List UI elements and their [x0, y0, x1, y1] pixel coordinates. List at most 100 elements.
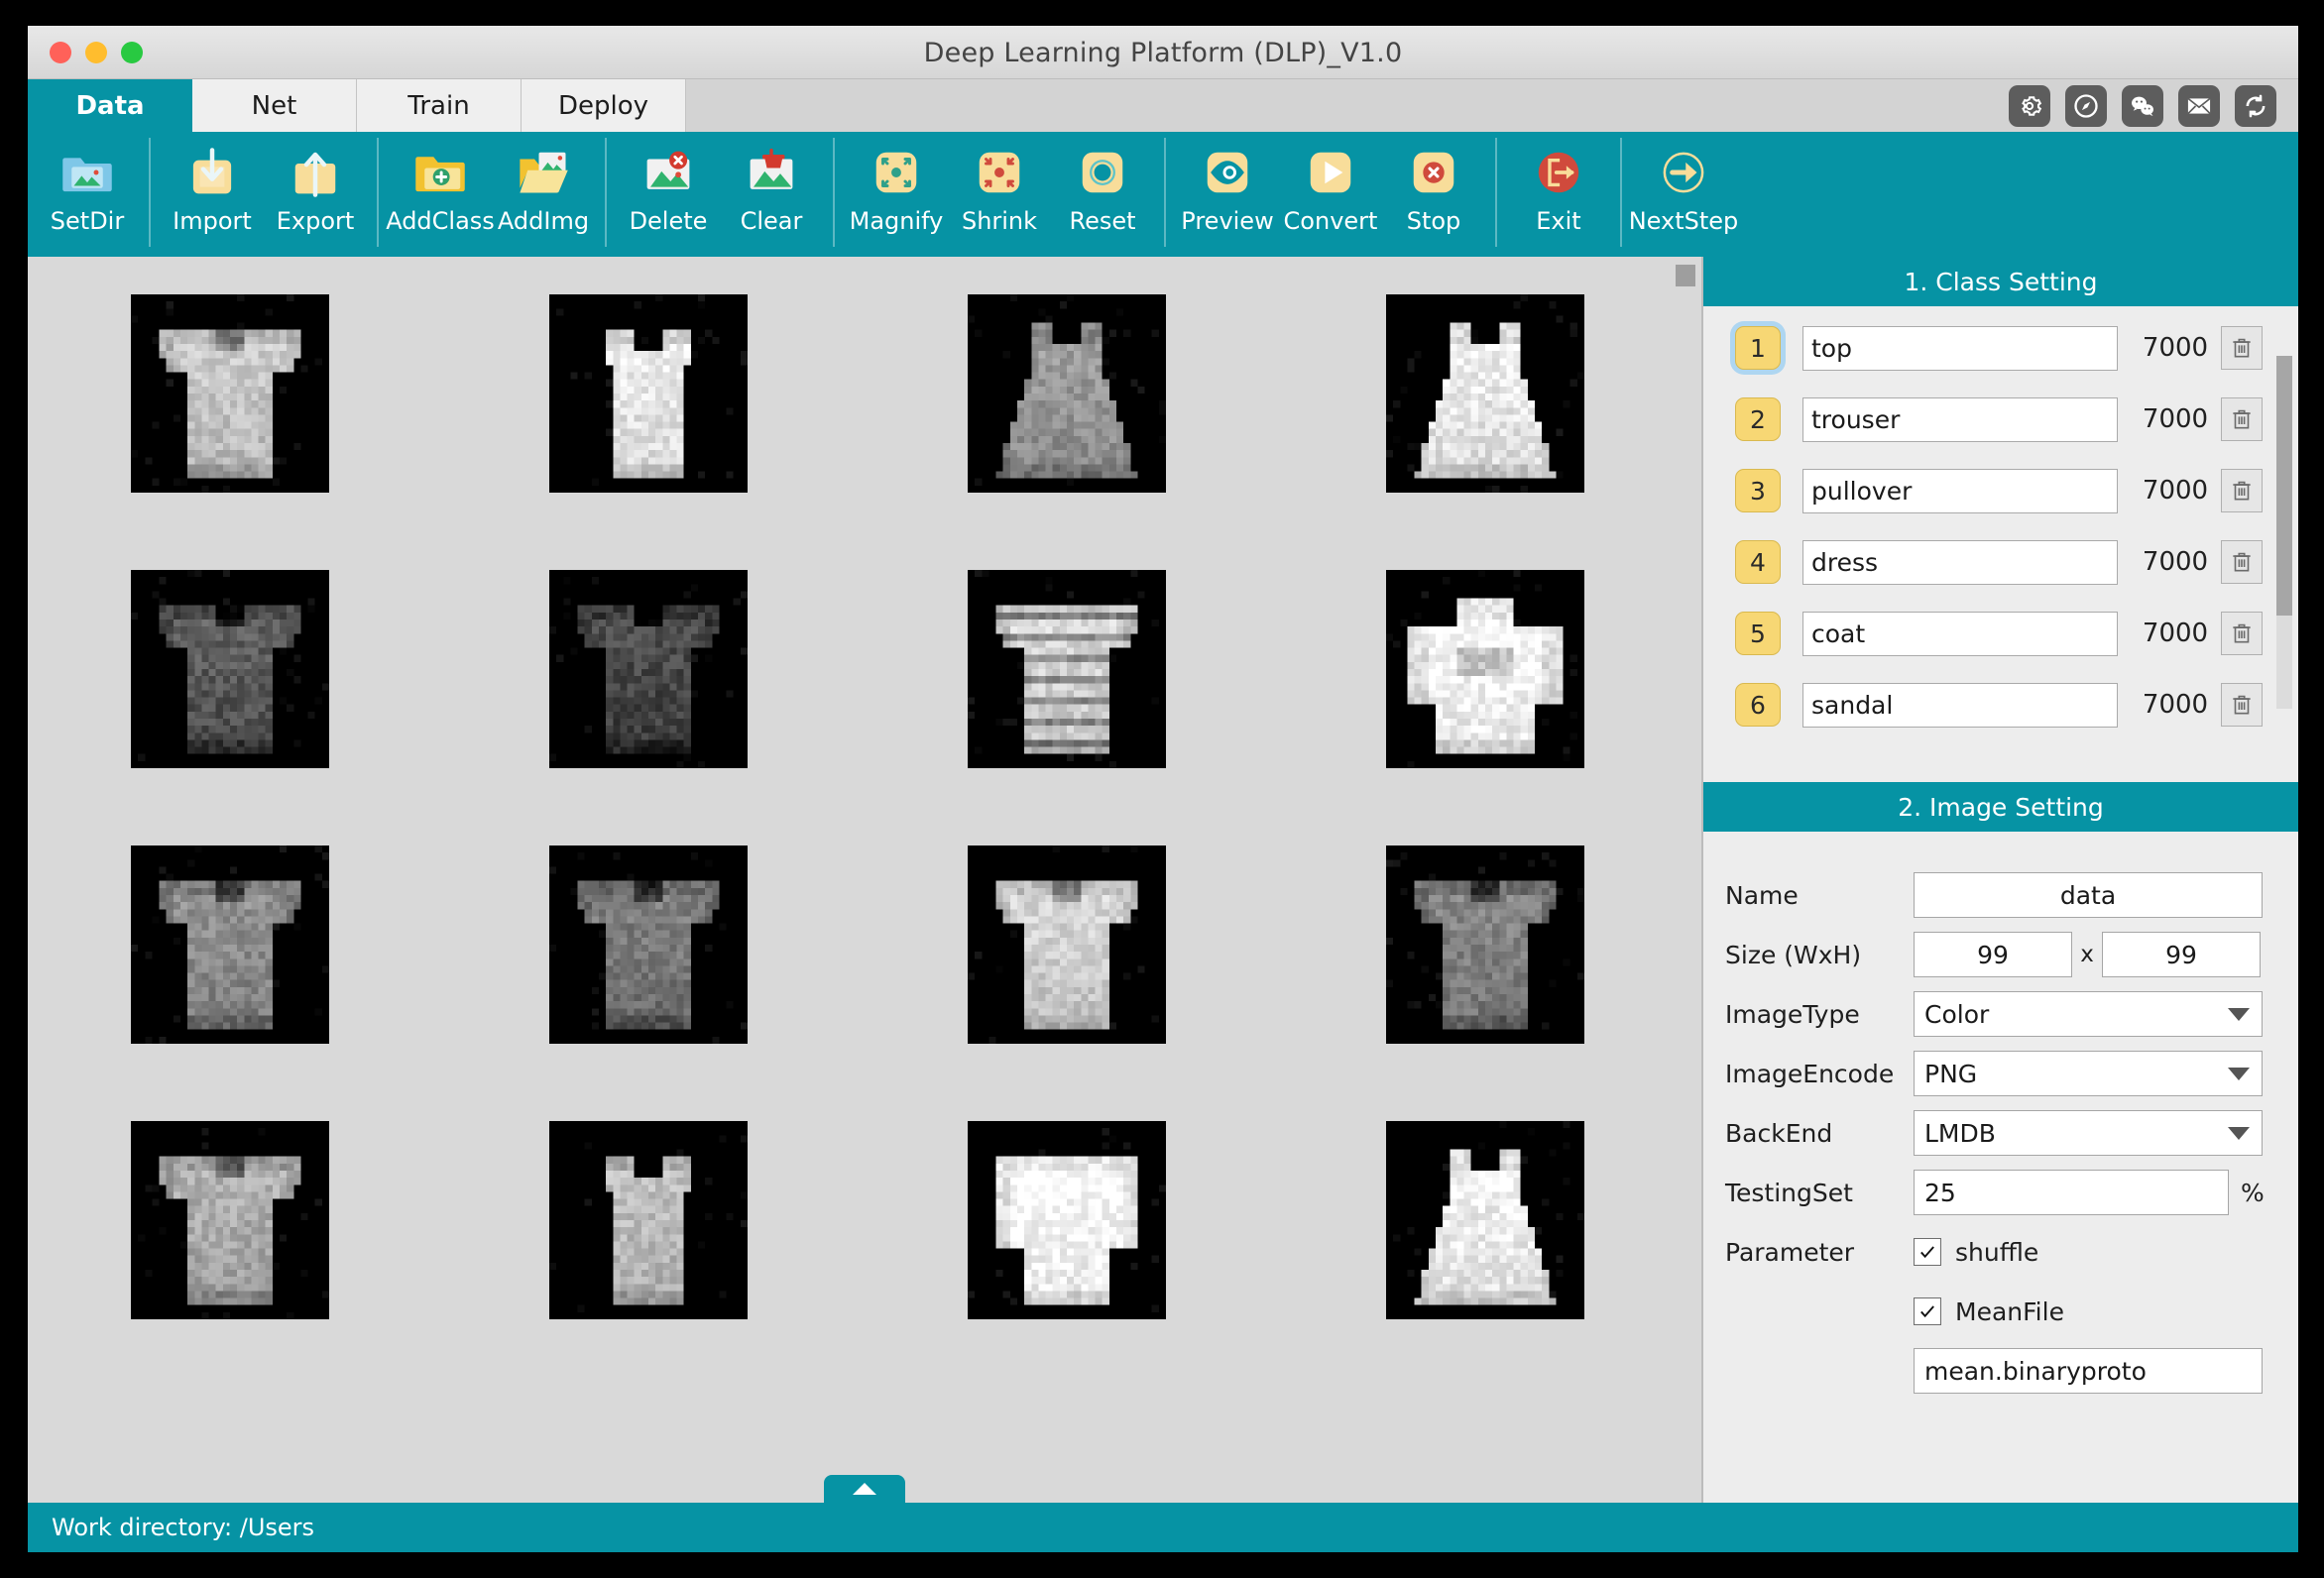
class-list-scrollbar[interactable] [2276, 356, 2292, 709]
stop-button[interactable]: Stop [1382, 132, 1485, 251]
meanfile-checkbox[interactable] [1914, 1297, 1941, 1325]
tab-net-label: Net [251, 90, 297, 121]
class-index-badge[interactable]: 6 [1735, 683, 1781, 727]
compass-icon[interactable] [2065, 84, 2107, 127]
class-index-badge[interactable]: 4 [1735, 540, 1781, 584]
setdir-button[interactable]: SetDir [36, 132, 139, 251]
thumbnail-item[interactable] [1386, 570, 1584, 768]
class-name-field[interactable]: dress [1802, 539, 2118, 585]
trash-icon[interactable] [2221, 540, 2263, 584]
toolbar-group-dir: SetDir [36, 132, 139, 251]
name-field[interactable]: data [1914, 872, 2263, 918]
exit-button[interactable]: Exit [1507, 132, 1610, 251]
testingset-field[interactable]: 25 [1914, 1170, 2229, 1215]
size-height-field[interactable]: 99 [2102, 932, 2261, 977]
delete-button[interactable]: Delete [617, 132, 720, 251]
toolbar-group-io: Import Export [161, 132, 367, 251]
class-index-badge[interactable]: 1 [1735, 326, 1781, 370]
tab-train[interactable]: Train [357, 79, 522, 132]
title-bar: Deep Learning Platform (DLP)_V1.0 [28, 26, 2298, 79]
imagetype-select[interactable]: Color [1914, 991, 2263, 1037]
trash-icon[interactable] [2221, 612, 2263, 655]
nextstep-button[interactable]: NextStep [1629, 132, 1738, 251]
imagetype-row: ImageType Color [1703, 984, 2298, 1044]
thumbnail-item[interactable] [131, 294, 329, 493]
class-index-badge[interactable]: 5 [1735, 612, 1781, 655]
exit-label: Exit [1536, 207, 1581, 235]
magnify-label: Magnify [849, 207, 944, 235]
chevron-down-icon [2228, 1007, 2250, 1021]
wechat-icon[interactable] [2122, 84, 2163, 127]
collapse-panel-toggle[interactable] [824, 1475, 905, 1503]
nextstep-label: NextStep [1628, 207, 1739, 235]
imageencode-select[interactable]: PNG [1914, 1051, 2263, 1096]
addclass-button[interactable]: AddClass [386, 132, 495, 251]
imageencode-value: PNG [1924, 1059, 1978, 1088]
settings-panel: 1. Class Setting 1 top 7000 2 trouser 7000 3 pu… [1701, 257, 2298, 1503]
toolbar-group-run: Preview Convert Stop [1176, 132, 1485, 251]
class-count-label: 7000 [2142, 404, 2209, 434]
class-name-field[interactable]: pullover [1802, 468, 2118, 513]
header-icon-bar [2009, 79, 2276, 132]
class-name-field[interactable]: coat [1802, 611, 2118, 656]
trash-icon[interactable] [2221, 469, 2263, 512]
clear-button[interactable]: Clear [720, 132, 823, 251]
imageencode-label: ImageEncode [1725, 1059, 1895, 1088]
gear-icon[interactable] [2009, 84, 2050, 127]
thumbnail-item[interactable] [1386, 294, 1584, 493]
preview-button[interactable]: Preview [1176, 132, 1279, 251]
import-button[interactable]: Import [161, 132, 264, 251]
size-label: Size (WxH) [1725, 940, 1862, 969]
shuffle-checkbox[interactable] [1914, 1238, 1941, 1266]
class-count-label: 7000 [2142, 690, 2209, 720]
class-list: 1 top 7000 2 trouser 7000 3 pullover 7000 4 dress 7… [1703, 306, 2298, 782]
import-label: Import [173, 207, 252, 235]
export-button[interactable]: Export [264, 132, 367, 251]
delete-label: Delete [629, 207, 708, 235]
toolbar-separator [1164, 138, 1166, 247]
image-grid-scrollbar[interactable] [1678, 259, 1697, 1488]
thumbnail-item[interactable] [968, 1121, 1166, 1319]
class-name-field[interactable]: trouser [1802, 396, 2118, 442]
class-name-field[interactable]: top [1802, 325, 2118, 371]
class-list-scroll-thumb[interactable] [2276, 356, 2292, 616]
backend-label: BackEnd [1725, 1118, 1833, 1148]
thumbnail-item[interactable] [131, 1121, 329, 1319]
thumbnail-item[interactable] [549, 294, 748, 493]
thumbnail-item[interactable] [549, 570, 748, 768]
magnify-button[interactable]: Magnify [845, 132, 948, 251]
thumbnail-item[interactable] [549, 1121, 748, 1319]
trash-icon[interactable] [2221, 326, 2263, 370]
image-grid-scroll-thumb[interactable] [1676, 265, 1695, 286]
thumbnail-item[interactable] [1386, 845, 1584, 1044]
shrink-button[interactable]: Shrink [948, 132, 1051, 251]
reset-button[interactable]: Reset [1051, 132, 1154, 251]
play-icon [1304, 146, 1357, 199]
thumbnail-item[interactable] [968, 570, 1166, 768]
thumbnail-item[interactable] [131, 570, 329, 768]
class-name-field[interactable]: sandal [1802, 682, 2118, 728]
size-width-field[interactable]: 99 [1914, 932, 2072, 977]
class-index-badge[interactable]: 2 [1735, 397, 1781, 441]
toolbar-separator [1495, 138, 1497, 247]
trash-icon[interactable] [2221, 683, 2263, 727]
thumbnail-item[interactable] [549, 845, 748, 1044]
thumbnail-item[interactable] [1386, 1121, 1584, 1319]
trash-icon[interactable] [2221, 397, 2263, 441]
backend-select[interactable]: LMDB [1914, 1110, 2263, 1156]
setdir-label: SetDir [50, 207, 125, 235]
tab-data[interactable]: Data [28, 79, 192, 132]
convert-button[interactable]: Convert [1279, 132, 1382, 251]
class-index-badge[interactable]: 3 [1735, 469, 1781, 512]
tab-net[interactable]: Net [192, 79, 357, 132]
thumbnail-item[interactable] [131, 845, 329, 1044]
meanfile-field[interactable]: mean.binaryproto [1914, 1348, 2263, 1394]
app-window: Deep Learning Platform (DLP)_V1.0 Data N… [28, 26, 2298, 1552]
toolbar-separator [377, 138, 379, 247]
thumbnail-item[interactable] [968, 294, 1166, 493]
addimg-button[interactable]: AddImg [492, 132, 595, 251]
thumbnail-item[interactable] [968, 845, 1166, 1044]
tab-deploy[interactable]: Deploy [522, 79, 686, 132]
refresh-icon[interactable] [2235, 84, 2276, 127]
mail-icon[interactable] [2178, 84, 2220, 127]
